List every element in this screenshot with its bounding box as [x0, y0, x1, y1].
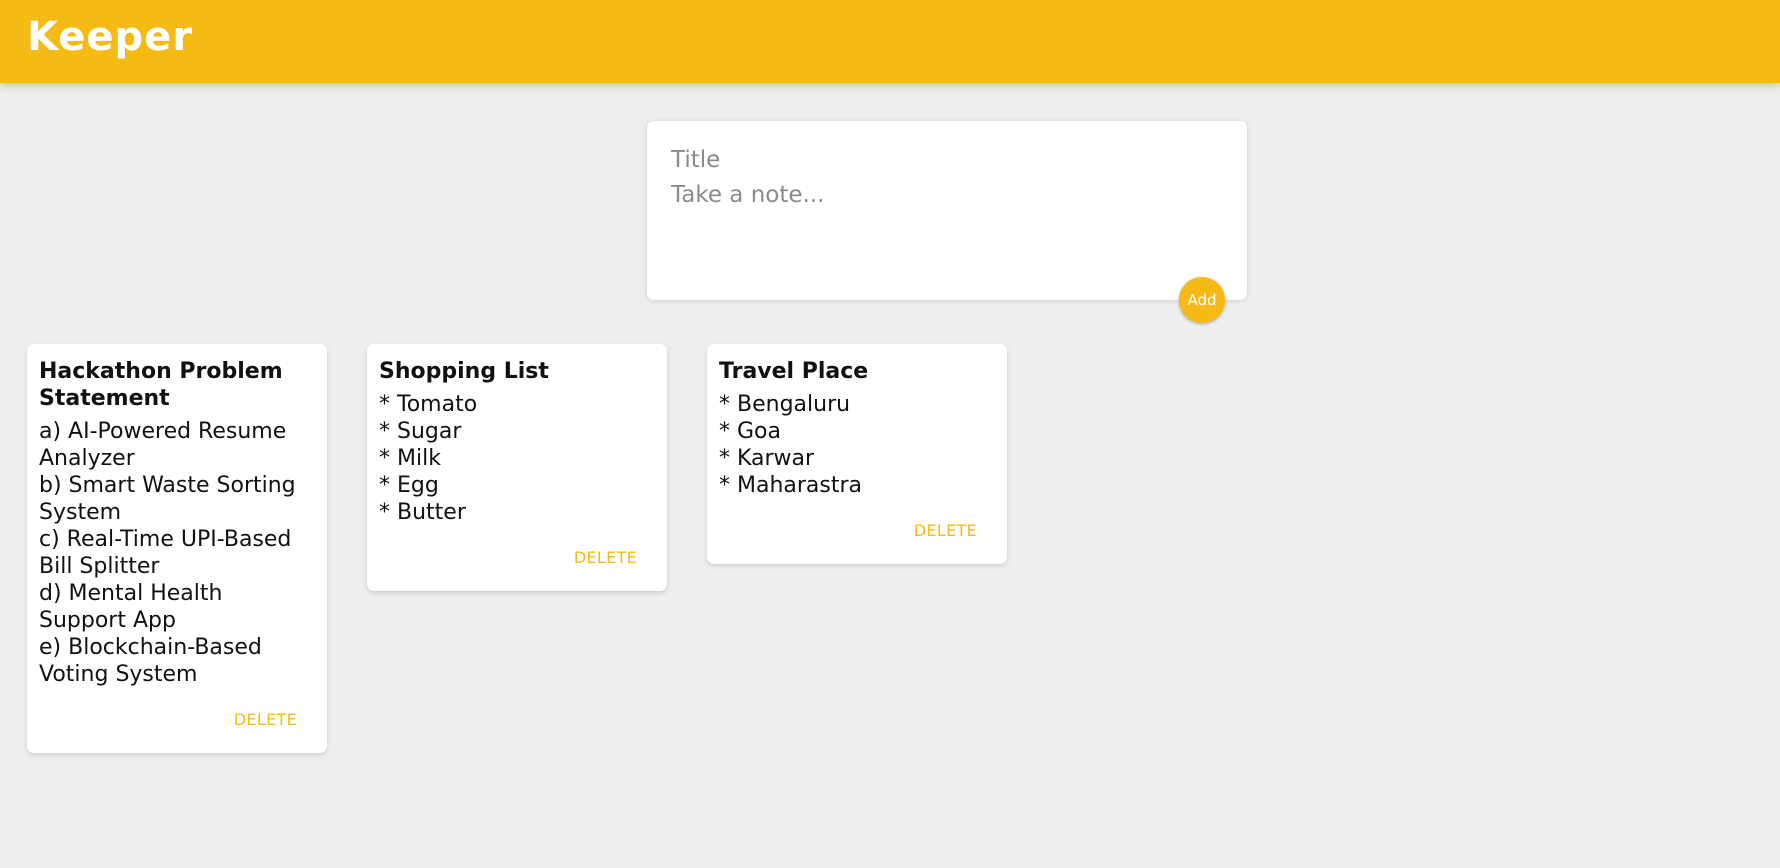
note-card: Hackathon Problem Statement a) AI-Powere… [27, 344, 327, 753]
note-title: Travel Place [719, 359, 869, 384]
add-note-button[interactable]: Add [1179, 277, 1225, 323]
note-content: * Bengaluru * Goa * Karwar * Maharastra [719, 391, 995, 499]
note-line: Bill Splitter [39, 554, 160, 579]
note-line: Support App [39, 608, 176, 633]
delete-note-button[interactable]: DELETE [234, 710, 297, 729]
note-line: System [39, 500, 122, 525]
note-line: c) Real-Time UPI-Based [39, 527, 292, 552]
note-content: a) AI-Powered Resume Analyzer b) Smart W… [39, 418, 315, 688]
note-line: * Karwar [719, 446, 815, 471]
note-line: a) AI-Powered Resume [39, 419, 287, 444]
note-title-input[interactable] [671, 140, 1223, 180]
note-line: * Milk [379, 446, 441, 471]
note-content-input[interactable] [671, 182, 1223, 262]
note-line: * Maharastra [719, 473, 863, 498]
app-logo: Keeper [27, 14, 194, 60]
delete-note-button[interactable]: DELETE [574, 548, 637, 567]
note-title: Shopping List [379, 359, 549, 384]
note-line: Voting System [39, 662, 198, 687]
note-line: * Goa [719, 419, 781, 444]
delete-note-button[interactable]: DELETE [914, 521, 977, 540]
note-line: * Egg [379, 473, 439, 498]
create-note-form: Add [647, 121, 1247, 323]
note-line: * Sugar [379, 419, 462, 444]
note-line: * Butter [379, 500, 466, 525]
note-card: Shopping List * Tomato * Sugar * Milk * … [367, 344, 667, 591]
note-line: Analyzer [39, 446, 135, 471]
note-line: e) Blockchain-Based [39, 635, 262, 660]
note-line: d) Mental Health [39, 581, 223, 606]
note-content: * Tomato * Sugar * Milk * Egg * Butter [379, 391, 655, 526]
note-title: Hackathon Problem Statement [39, 359, 283, 411]
note-line: b) Smart Waste Sorting [39, 473, 296, 498]
note-line: * Bengaluru [719, 392, 851, 417]
note-line: * Tomato [379, 392, 478, 417]
note-card: Travel Place * Bengaluru * Goa * Karwar … [707, 344, 1007, 564]
app-header: Keeper [0, 0, 1780, 83]
